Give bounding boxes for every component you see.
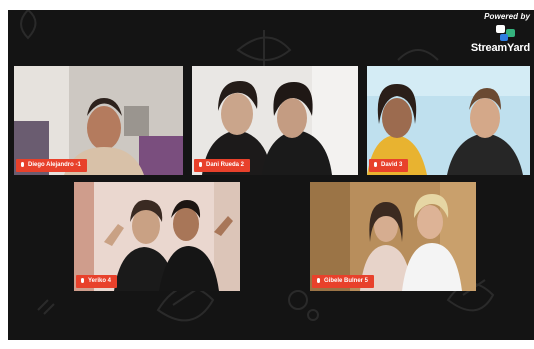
streamyard-logo-icon (496, 25, 515, 41)
microphone-icon (81, 278, 84, 283)
participant-video-tile[interactable]: David 3 (367, 66, 530, 175)
powered-by-text: Powered by (484, 12, 530, 21)
participant-name-label: Diego Alejandro -1 (16, 159, 87, 172)
participant-video-tile[interactable]: Diego Alejandro -1 (14, 66, 183, 175)
powered-by-branding: Powered by StreamYard (460, 12, 530, 54)
participant-name: Dani Rueda 2 (206, 162, 245, 168)
participant-name: David 3 (381, 162, 403, 168)
participant-name: Gibele Bulner 5 (324, 278, 369, 284)
participant-video-tile[interactable]: Yeriko 4 (74, 182, 240, 291)
participant-name-label: Gibele Bulner 5 (312, 275, 375, 288)
participant-name-label: David 3 (369, 159, 409, 172)
participant-name: Diego Alejandro -1 (28, 162, 81, 168)
participant-video-tile[interactable]: Dani Rueda 2 (192, 66, 358, 175)
microphone-icon (199, 162, 202, 167)
microphone-icon (21, 162, 24, 167)
participant-name-label: Yeriko 4 (76, 275, 118, 288)
participant-name-label: Dani Rueda 2 (194, 159, 251, 172)
microphone-icon (317, 278, 320, 283)
stream-canvas: Powered by StreamYard Diego Alejandro -1 (8, 10, 534, 340)
microphone-icon (374, 162, 377, 167)
participant-name: Yeriko 4 (88, 278, 112, 284)
streamyard-brand-name: StreamYard (470, 42, 530, 54)
participant-video-tile[interactable]: Gibele Bulner 5 (310, 182, 476, 291)
